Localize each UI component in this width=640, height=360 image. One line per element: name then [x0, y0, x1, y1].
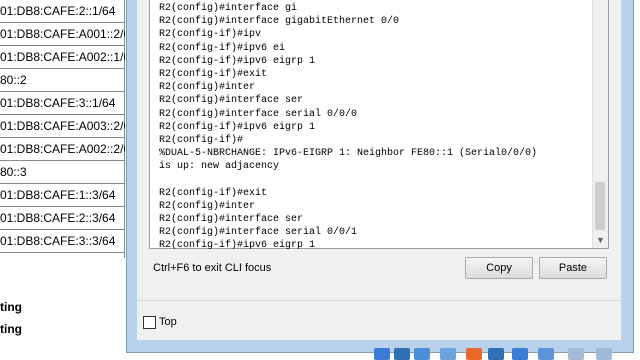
connection-icon[interactable]: [568, 348, 584, 360]
top-checkbox[interactable]: [143, 316, 156, 329]
table-row: 01:DB8:CAFE:1::3/64: [0, 184, 125, 207]
console-line: R2(config)#interface gigabitEthernet 0/0: [159, 16, 400, 28]
scroll-down-icon[interactable]: ▼: [593, 234, 608, 246]
cli-console[interactable]: R2(config)#interface gi R2(config)#interf…: [149, 0, 609, 251]
cli-panel: R2(config)#interface gi R2(config)#interf…: [137, 0, 621, 340]
end-device-icon[interactable]: [512, 348, 528, 360]
top-checkbox-label: Top: [159, 316, 177, 328]
console-line: R2(config-if)#ipv6 eigrp 1: [159, 55, 316, 67]
cloud-icon[interactable]: [538, 348, 554, 360]
connection-icon[interactable]: [596, 348, 612, 360]
table-row: 80::3: [0, 161, 125, 184]
hub-icon[interactable]: [440, 348, 456, 360]
cli-focus-hint: Ctrl+F6 to exit CLI focus: [153, 262, 272, 274]
console-line: %DUAL-5-NBRCHANGE: IPv6-EIGRP 1: Neighbo…: [159, 148, 538, 160]
console-line: R2(config)#interface serial 0/0/1: [159, 227, 358, 239]
table-row: 01:DB8:CAFE:A003::2/6: [0, 115, 125, 138]
console-line: R2(config-if)#ipv: [159, 29, 262, 41]
paste-button[interactable]: Paste: [539, 257, 607, 279]
console-line: is up: new adjacency: [159, 161, 280, 173]
switch-icon[interactable]: [414, 348, 430, 360]
console-line: R2(config-if)#ipv6 eigrp 1: [159, 121, 316, 133]
console-line: R2(config)#interface gi: [159, 3, 298, 14]
console-line: R2(config)#interface ser: [159, 95, 304, 107]
console-line: R2(config)#inter: [159, 200, 256, 212]
bold-label: ting: [0, 322, 22, 336]
wireless-icon[interactable]: [488, 348, 504, 360]
table-row: 01:DB8:CAFE:A002::2/6: [0, 138, 125, 161]
console-line: R2(config-if)#exit: [159, 68, 268, 80]
table-row: 01:DB8:CAFE:A002::1/6: [0, 46, 125, 69]
console-line: R2(config)#interface serial 0/0/0: [159, 108, 358, 120]
console-output[interactable]: R2(config)#interface gi R2(config)#interf…: [159, 2, 589, 253]
console-line: R2(config-if)#ipv6 eigrp 1: [159, 240, 316, 252]
device-toolbar: [370, 348, 640, 360]
network-icon[interactable]: [374, 348, 390, 360]
divider: [137, 300, 621, 301]
cli-window: R2(config)#interface gi R2(config)#interf…: [126, 0, 634, 353]
console-line: R2(config)#interface ser: [159, 214, 304, 225]
table-row: 01:DB8:CAFE:2::3/64: [0, 207, 125, 230]
table-row: 01:DB8:CAFE:3::3/64: [0, 230, 125, 253]
background-address-table: 01:DB8:CAFE:2::1/64 01:DB8:CAFE:A001::2/…: [0, 0, 130, 360]
table-row: 01:DB8:CAFE:A001::2/6: [0, 23, 125, 46]
console-line: R2(config-if)#ipv6 ei: [159, 42, 286, 54]
table-row: 01:DB8:CAFE:2::1/64: [0, 0, 125, 23]
bold-label: ting: [0, 300, 22, 314]
console-line: R2(config-if)#exit: [159, 187, 268, 199]
console-scrollbar[interactable]: ▼: [592, 0, 608, 248]
table-row: 01:DB8:CAFE:3::1/64: [0, 92, 125, 115]
table-row: 80::2: [0, 69, 125, 92]
console-line: R2(config-if)#: [159, 134, 244, 146]
console-line: R2(config)#inter: [159, 82, 256, 94]
lightning-icon[interactable]: [466, 348, 482, 360]
copy-button[interactable]: Copy: [465, 257, 533, 279]
scrollbar-thumb[interactable]: [595, 182, 605, 230]
router-icon[interactable]: [394, 348, 410, 360]
